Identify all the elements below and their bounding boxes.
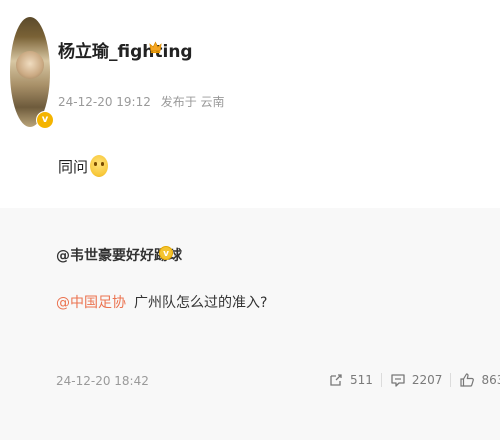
repost-text: @中国足协 广州队怎么过的准入?	[56, 292, 267, 312]
stats-bar: 511 2207 8638	[328, 368, 500, 392]
repost-date[interactable]: 24-12-20 18:42	[56, 374, 149, 388]
post-card: v 杨立瑜_fighting 24-12-20 19:12 发布于 云南 同问	[0, 0, 500, 208]
comment-button[interactable]: 2207	[390, 372, 443, 388]
divider	[450, 373, 452, 387]
smile-emoji-icon	[90, 155, 109, 177]
repost-text-content: 广州队怎么过的准入?	[134, 295, 268, 311]
post-text: 同问	[58, 155, 109, 177]
comment-count: 2207	[411, 373, 443, 387]
repost-card[interactable]: @韦世豪要好好踢球 v @中国足协 广州队怎么过的准入? 24-12-20 18:…	[0, 208, 500, 440]
post-timestamp[interactable]: 24-12-20 19:12	[58, 95, 151, 109]
like-count: 8638	[481, 373, 500, 387]
verified-v-icon: v	[36, 111, 54, 129]
share-icon	[330, 374, 342, 386]
crown-icon	[149, 41, 162, 54]
share-button[interactable]: 511	[328, 372, 373, 388]
divider	[380, 373, 382, 387]
verified-gold-icon: v	[159, 246, 173, 260]
thumbs-up-icon	[460, 373, 475, 387]
share-count: 511	[350, 373, 373, 387]
post-location: 发布于 云南	[160, 95, 225, 109]
comment-icon	[391, 374, 405, 387]
mention-link[interactable]: @中国足协	[56, 295, 126, 311]
like-button[interactable]: 8638	[459, 372, 500, 388]
post-meta: 24-12-20 19:12 发布于 云南	[58, 93, 231, 110]
username[interactable]: 杨立瑜_fighting	[58, 37, 193, 62]
post-text-content: 同问	[58, 158, 89, 176]
